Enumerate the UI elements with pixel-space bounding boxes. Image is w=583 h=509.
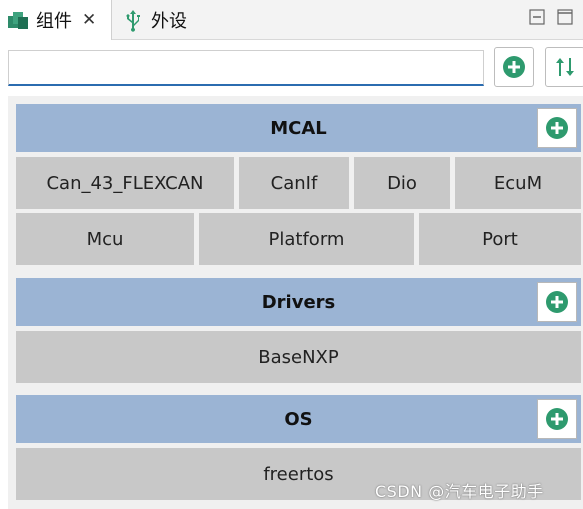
module-canif[interactable]: CanIf	[239, 157, 349, 209]
plus-circle-icon	[503, 56, 525, 78]
category-title: Drivers	[261, 291, 336, 313]
module-basenxp[interactable]: BaseNXP	[16, 331, 581, 383]
sort-arrows-icon	[556, 58, 574, 76]
category-title: OS	[284, 408, 313, 430]
module-port[interactable]: Port	[419, 213, 581, 265]
category-header-os: OS	[16, 395, 581, 443]
add-mcal-module-button[interactable]	[537, 108, 577, 148]
category-header-drivers: Drivers	[16, 278, 581, 326]
category-title: MCAL	[270, 117, 327, 139]
add-button[interactable]	[494, 47, 534, 87]
minimize-icon[interactable]	[528, 8, 546, 26]
close-icon[interactable]: ✕	[82, 11, 96, 29]
module-ecum[interactable]: EcuM	[455, 157, 581, 209]
add-drivers-module-button[interactable]	[537, 282, 577, 322]
tab-components[interactable]: 组件 ✕	[0, 0, 112, 40]
plus-circle-icon	[546, 291, 568, 313]
usb-icon	[126, 10, 140, 32]
plus-circle-icon	[546, 117, 568, 139]
plus-circle-icon	[546, 408, 568, 430]
module-can-43-flexcan[interactable]: Can_43_FLEXCAN	[16, 157, 234, 209]
filter-input[interactable]	[8, 50, 484, 86]
component-panel: MCAL Can_43_FLEXCAN CanIf Dio EcuM Mcu P…	[8, 96, 583, 509]
module-dio[interactable]: Dio	[354, 157, 450, 209]
view-tab-bar: 组件 ✕ 外设	[0, 0, 583, 40]
maximize-icon[interactable]	[556, 8, 574, 26]
module-mcu[interactable]: Mcu	[16, 213, 194, 265]
tab-components-label: 组件	[36, 11, 72, 32]
watermark-text: CSDN @汽车电子助手	[375, 482, 544, 501]
tab-peripherals-label: 外设	[151, 11, 187, 32]
add-os-module-button[interactable]	[537, 399, 577, 439]
tab-peripherals[interactable]: 外设	[117, 0, 207, 40]
module-platform[interactable]: Platform	[199, 213, 414, 265]
category-header-mcal: MCAL	[16, 104, 581, 152]
components-icon	[8, 12, 28, 29]
sort-button[interactable]	[545, 47, 583, 87]
